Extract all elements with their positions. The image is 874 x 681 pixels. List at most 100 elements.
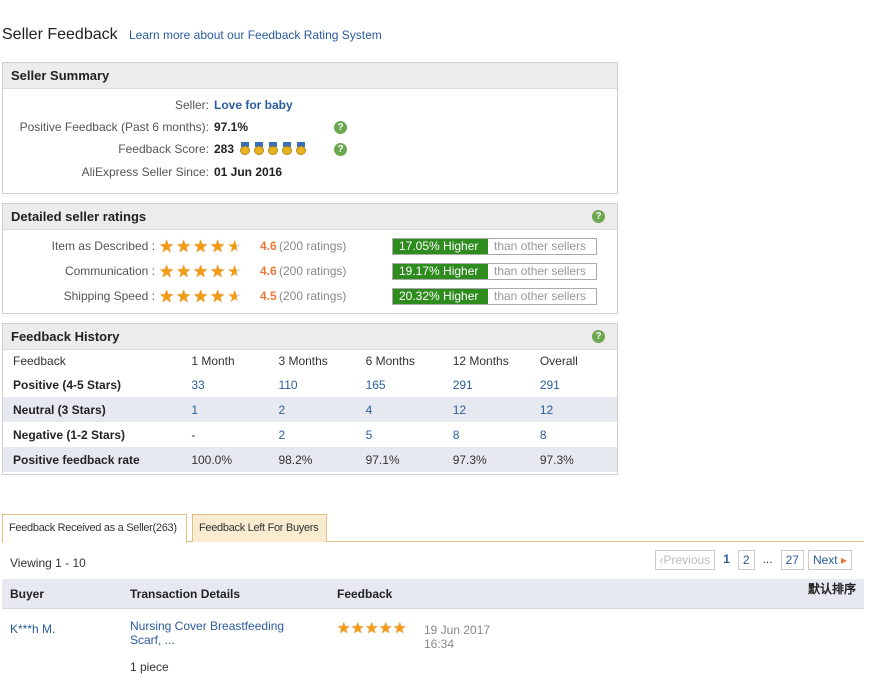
feedback-tabs: Feedback Received as a Seller(263) Feedb… (2, 514, 864, 543)
tab-feedback-received[interactable]: Feedback Received as a Seller(263) (2, 514, 187, 543)
feedback-date: 19 Jun 2017 16:34 (424, 623, 490, 651)
star-icon: ★ (159, 237, 175, 256)
page-ellipsis: ... (762, 552, 773, 566)
table-cell[interactable]: 2 (268, 422, 355, 447)
chevron-right-icon: ▸ (840, 553, 847, 567)
comparison-badge: 17.05% Higher than other sellers (392, 238, 597, 255)
medal-icon (281, 142, 293, 155)
table-cell[interactable]: 8 (530, 422, 617, 447)
star-icon: ★ (193, 262, 209, 281)
previous-page-button[interactable]: ‹Previous (654, 550, 716, 570)
table-row: Positive (4-5 Stars) 33 110 165 291 291 (3, 372, 617, 397)
table-row: Neutral (3 Stars) 1 2 4 12 12 (3, 397, 617, 422)
viewing-range: Viewing 1 - 10 (10, 556, 86, 570)
pagination: ‹Previous 1 2 ... 27 Next ▸ (651, 550, 852, 570)
row-label: Negative (1-2 Stars) (13, 427, 126, 442)
rating-score: 4.6 (260, 264, 277, 278)
table-cell[interactable]: 12 (529, 397, 617, 422)
page-2-button[interactable]: 2 (737, 550, 755, 570)
feedback-date-time: 16:34 (424, 637, 455, 651)
table-cell[interactable]: 12 (442, 397, 530, 422)
star-icon: ★ (210, 262, 226, 281)
next-label: Next (812, 553, 838, 567)
star-icon: ★ (227, 262, 243, 281)
star-icon: ★ (193, 287, 209, 306)
row-label: Positive (4-5 Stars) (13, 377, 122, 392)
rating-label: Shipping Speed : (63, 289, 155, 303)
medal-icon (239, 142, 251, 155)
table-cell: 98.2% (268, 447, 356, 472)
feedback-score-label: Feedback Score: (118, 142, 209, 156)
star-icon: ★ (159, 287, 175, 306)
tab-feedback-left[interactable]: Feedback Left For Buyers (192, 514, 327, 542)
rating-label: Item as Described : (51, 239, 155, 253)
positive-feedback-value: 97.1% (214, 120, 249, 134)
feedback-history-table: Feedback 1 Month 3 Months 6 Months 12 Months… (3, 350, 617, 472)
star-icon: ★ (227, 287, 243, 306)
star-icon: ★ (176, 287, 192, 306)
rating-score: 4.6 (260, 239, 277, 253)
column-header: Feedback (13, 354, 66, 368)
rating-row: Communication : ★ ★ ★ ★ ★ 4.6 (200 ratings) 19.1… (3, 261, 617, 281)
rating-row: Shipping Speed : ★ ★ ★ ★ ★ 4.5 (200 ratings) 20.… (3, 286, 617, 306)
help-icon[interactable]: ? (334, 143, 347, 156)
help-icon[interactable]: ? (592, 210, 605, 223)
rating-count: (200 ratings) (279, 289, 347, 303)
page-1-button[interactable]: 1 (719, 550, 734, 570)
buyer-link[interactable]: K***h M. (10, 622, 55, 636)
comparison-percent: 17.05% Higher (393, 239, 488, 254)
column-header: 1 Month (191, 354, 235, 368)
table-cell[interactable]: 1 (181, 397, 269, 422)
table-cell[interactable]: 4 (355, 397, 443, 422)
comparison-text: than other sellers (488, 239, 596, 254)
help-icon[interactable]: ? (334, 121, 347, 134)
table-row: Negative (1-2 Stars) -2 5 8 8 (3, 422, 617, 447)
table-cell[interactable]: 8 (443, 422, 530, 447)
positive-feedback-label: Positive Feedback (Past 6 months): (19, 120, 209, 134)
page-27-button[interactable]: 27 (780, 550, 804, 570)
seller-since-row: AliExpress Seller Since: 01 Jun 2016 (3, 163, 617, 181)
learn-more-link[interactable]: Learn more about our Feedback Rating Sys… (129, 28, 382, 42)
star-icon: ★ (393, 620, 407, 637)
seller-summary-title: Seller Summary (3, 63, 617, 89)
table-cell[interactable]: 5 (356, 422, 443, 447)
buyer-column-header: Buyer (10, 587, 45, 601)
detailed-ratings-title: Detailed seller ratings (11, 209, 147, 224)
detailed-ratings-header: Detailed seller ratings ? (3, 204, 617, 230)
star-icon: ★ (365, 620, 379, 637)
table-cell: 97.3% (442, 447, 530, 472)
star-icon: ★ (351, 620, 365, 637)
table-cell[interactable]: 291 (443, 372, 530, 397)
seller-row: Seller: Love for baby (3, 96, 617, 114)
feedback-score-row: Feedback Score: 283 ? (3, 140, 617, 158)
feedback-stars: ★★★★★ (337, 621, 407, 637)
table-cell[interactable]: 33 (181, 372, 268, 397)
table-cell[interactable]: 165 (356, 372, 443, 397)
table-header-row: Feedback 1 Month 3 Months 6 Months 12 Months… (3, 350, 617, 372)
table-cell: 97.3% (529, 447, 617, 472)
feedback-history-panel: Feedback History ? Feedback 1 Month 3 Mont… (2, 323, 618, 475)
star-icon: ★ (379, 620, 393, 637)
row-label: Neutral (3 Stars) (3, 397, 182, 422)
quantity: 1 piece (130, 660, 169, 674)
comparison-text: than other sellers (488, 264, 596, 279)
next-page-button[interactable]: Next ▸ (807, 550, 852, 570)
column-header: 3 Months (278, 354, 328, 368)
product-link[interactable]: Nursing Cover Breastfeeding Scarf, ... (130, 619, 310, 647)
comparison-badge: 19.17% Higher than other sellers (392, 263, 597, 280)
seller-name-link[interactable]: Love for baby (214, 96, 293, 114)
table-cell[interactable]: 110 (268, 372, 355, 397)
help-icon[interactable]: ? (592, 330, 605, 343)
sort-dropdown[interactable]: 默认排序 (808, 580, 856, 597)
rating-row: Item as Described : ★ ★ ★ ★ ★ 4.6 (200 ratings)… (3, 236, 617, 256)
table-cell[interactable]: 2 (268, 397, 356, 422)
detailed-ratings-panel: Detailed seller ratings ? Item as Descri… (2, 203, 618, 314)
table-cell[interactable]: 291 (530, 372, 617, 397)
rating-stars: ★ ★ ★ ★ ★ (159, 287, 244, 306)
star-icon: ★ (176, 237, 192, 256)
star-icon: ★ (337, 620, 351, 637)
rating-score: 4.5 (260, 289, 277, 303)
feedback-history-title: Feedback History (11, 329, 120, 344)
seller-summary-panel: Seller Summary Seller: Love for baby Pos… (2, 62, 618, 194)
page-title: Seller Feedback (2, 26, 118, 43)
